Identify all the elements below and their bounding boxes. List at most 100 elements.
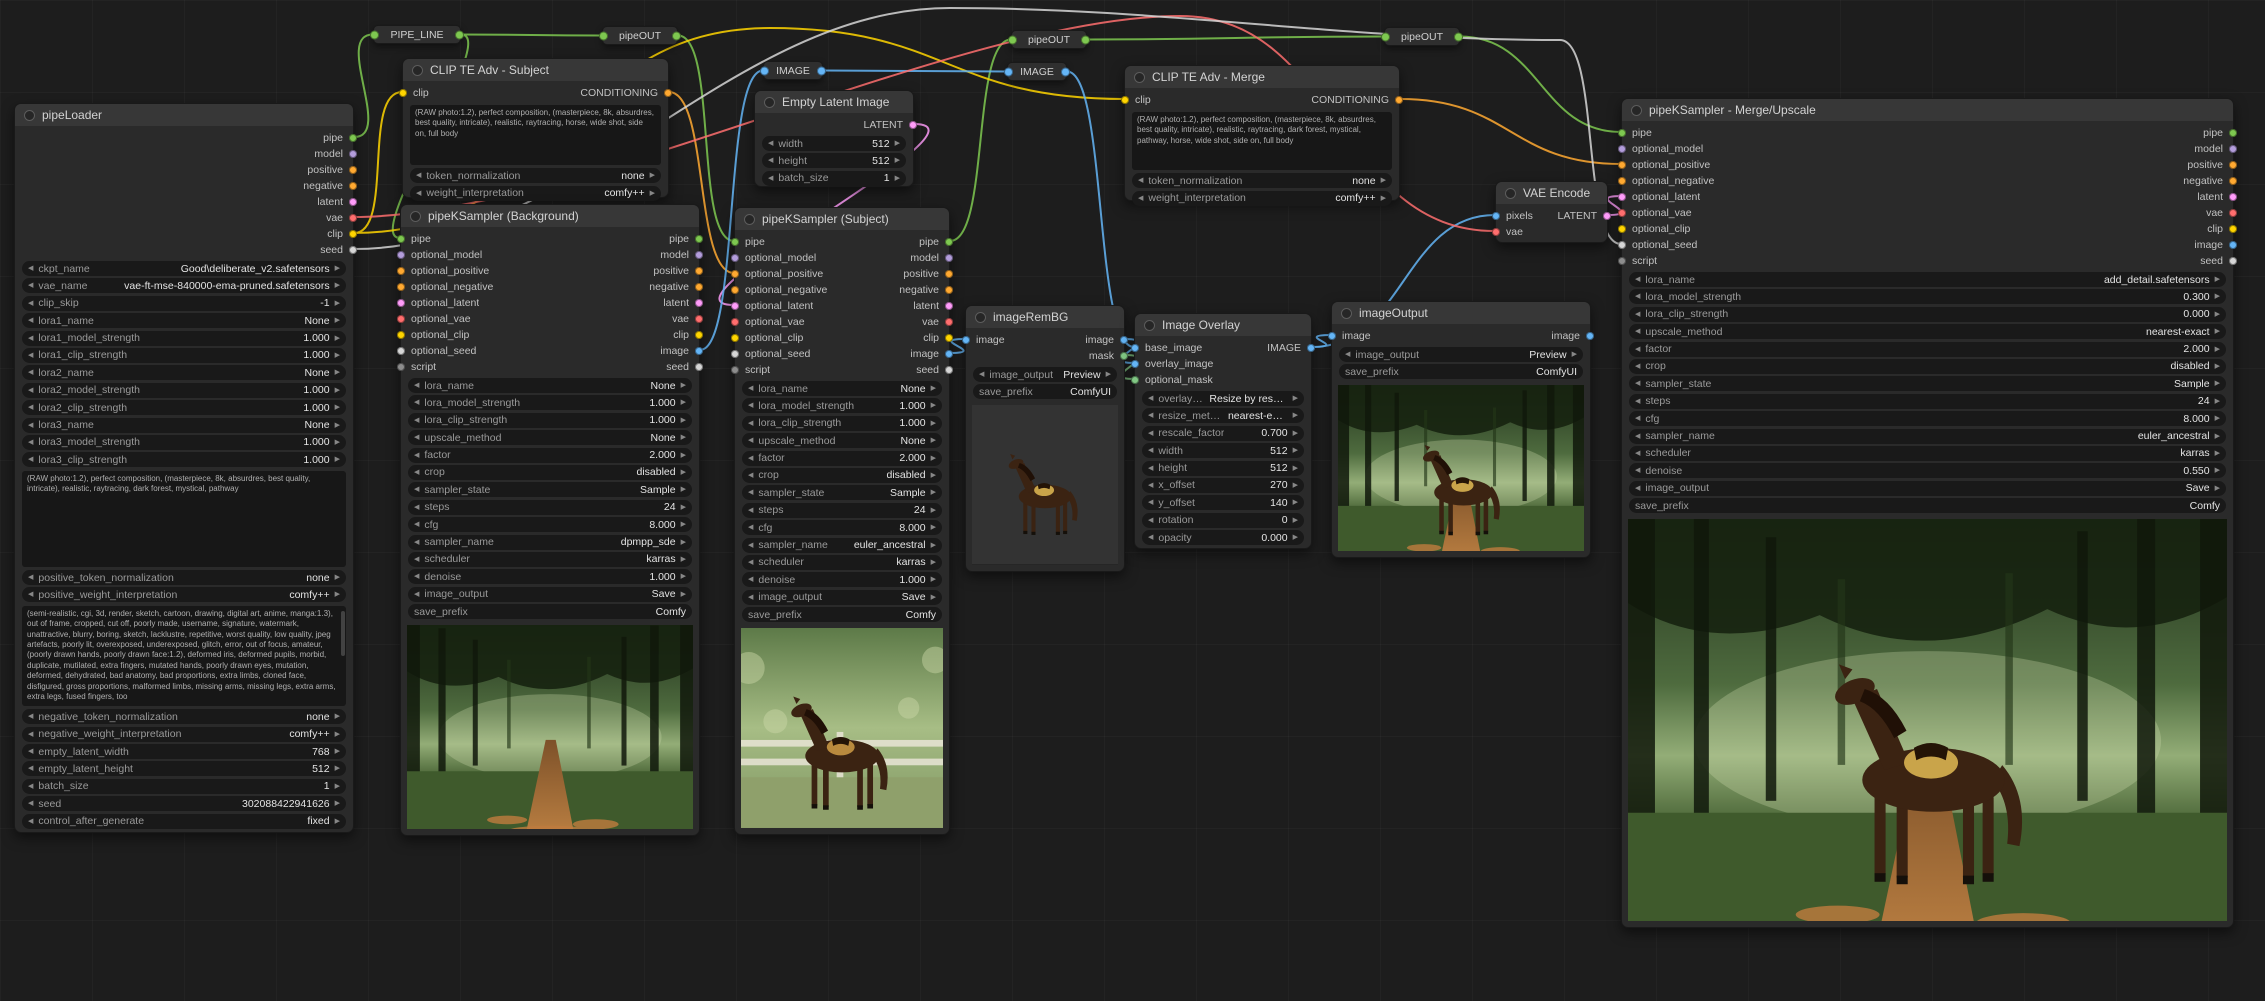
- optional_positive-input-port[interactable]: [1618, 161, 1626, 169]
- optional_seed-input-port[interactable]: [731, 350, 739, 358]
- increment-arrow-icon[interactable]: ▶: [681, 486, 686, 493]
- increment-arrow-icon[interactable]: ▶: [335, 369, 340, 376]
- decrement-arrow-icon[interactable]: ◀: [414, 382, 419, 389]
- widget-save_prefix[interactable]: save_prefixComfy: [1629, 498, 2226, 513]
- widget-factor[interactable]: ◀factor2.000▶: [742, 451, 942, 466]
- preview-image-horse-forest[interactable]: [1338, 385, 1584, 551]
- increment-arrow-icon[interactable]: ▶: [931, 437, 936, 444]
- node-title-bar[interactable]: Empty Latent Image: [755, 91, 913, 113]
- increment-arrow-icon[interactable]: ▶: [1293, 395, 1298, 402]
- widget-height[interactable]: ◀height512▶: [1142, 461, 1304, 476]
- decrement-arrow-icon[interactable]: ◀: [748, 402, 753, 409]
- pipe-output-port[interactable]: [695, 235, 703, 243]
- positive-output-port[interactable]: [349, 166, 357, 174]
- widget-ckpt_name[interactable]: ◀ckpt_nameGood\deliberate_v2.safetensors…: [22, 261, 346, 276]
- collapse-dot[interactable]: [412, 65, 423, 76]
- widget-lora2_name[interactable]: ◀lora2_nameNone▶: [22, 365, 346, 380]
- decrement-arrow-icon[interactable]: ◀: [1148, 447, 1153, 454]
- optional_seed-input-port[interactable]: [1618, 241, 1626, 249]
- node-clipMerge[interactable]: CLIP TE Adv - MergeclipCONDITIONING(RAW …: [1124, 65, 1400, 201]
- widget-weight_interpretation[interactable]: ◀weight_interpretationcomfy++▶: [410, 186, 661, 201]
- image-input-port[interactable]: [1328, 332, 1336, 340]
- decrement-arrow-icon[interactable]: ◀: [748, 507, 753, 514]
- reroute-node-pipeout[interactable]: pipeOUT: [1011, 30, 1087, 49]
- image-output-port[interactable]: [945, 350, 953, 358]
- widget-clip_skip[interactable]: ◀clip_skip-1▶: [22, 296, 346, 311]
- increment-arrow-icon[interactable]: ▶: [931, 489, 936, 496]
- widget-cfg[interactable]: ◀cfg8.000▶: [408, 517, 692, 532]
- increment-arrow-icon[interactable]: ▶: [895, 175, 900, 182]
- reroute-node-image[interactable]: IMAGE: [763, 61, 823, 80]
- prompt-textarea[interactable]: (RAW photo:1.2), perfect composition, (m…: [1132, 112, 1392, 170]
- collapse-dot[interactable]: [744, 214, 755, 225]
- node-pipeLoader[interactable]: pipeLoaderpipemodelpositivenegativelaten…: [14, 103, 354, 833]
- optional_clip-input-port[interactable]: [731, 334, 739, 342]
- node-title-bar[interactable]: pipeKSampler (Background): [401, 205, 699, 227]
- increment-arrow-icon[interactable]: ▶: [931, 472, 936, 479]
- widget-denoise[interactable]: ◀denoise1.000▶: [408, 569, 692, 584]
- decrement-arrow-icon[interactable]: ◀: [748, 385, 753, 392]
- decrement-arrow-icon[interactable]: ◀: [28, 317, 33, 324]
- increment-arrow-icon[interactable]: ▶: [335, 574, 340, 581]
- decrement-arrow-icon[interactable]: ◀: [1138, 177, 1143, 184]
- widget-scheduler[interactable]: ◀schedulerkarras▶: [408, 552, 692, 567]
- widget-lora_clip_strength[interactable]: ◀lora_clip_strength1.000▶: [742, 416, 942, 431]
- negative-output-port[interactable]: [945, 286, 953, 294]
- pipe-input-port[interactable]: [1381, 32, 1390, 41]
- widget-lora_name[interactable]: ◀lora_nameNone▶: [408, 378, 692, 393]
- widget-negative_token_normalization[interactable]: ◀negative_token_normalizationnone▶: [22, 709, 346, 724]
- increment-arrow-icon[interactable]: ▶: [681, 573, 686, 580]
- widget-sampler_state[interactable]: ◀sampler_stateSample▶: [1629, 376, 2226, 391]
- CONDITIONING-output-port[interactable]: [1395, 96, 1403, 104]
- decrement-arrow-icon[interactable]: ◀: [414, 399, 419, 406]
- increment-arrow-icon[interactable]: ▶: [335, 456, 340, 463]
- optional_mask-input-port[interactable]: [1131, 376, 1139, 384]
- increment-arrow-icon[interactable]: ▶: [895, 157, 900, 164]
- widget-rotation[interactable]: ◀rotation0▶: [1142, 513, 1304, 528]
- widget-sampler_name[interactable]: ◀sampler_namedpmpp_sde▶: [408, 535, 692, 550]
- vae-input-port[interactable]: [1492, 228, 1500, 236]
- decrement-arrow-icon[interactable]: ◀: [28, 300, 33, 307]
- increment-arrow-icon[interactable]: ▶: [2215, 380, 2220, 387]
- increment-arrow-icon[interactable]: ▶: [681, 556, 686, 563]
- reroute-node-pipeout[interactable]: pipeOUT: [602, 26, 678, 45]
- widget-crop[interactable]: ◀cropdisabled▶: [1629, 359, 2226, 374]
- increment-arrow-icon[interactable]: ▶: [2215, 467, 2220, 474]
- decrement-arrow-icon[interactable]: ◀: [1148, 499, 1153, 506]
- widget-denoise[interactable]: ◀denoise1.000▶: [742, 572, 942, 587]
- decrement-arrow-icon[interactable]: ◀: [1635, 276, 1640, 283]
- widget-opacity[interactable]: ◀opacity0.000▶: [1142, 530, 1304, 545]
- widget-lora2_clip_strength[interactable]: ◀lora2_clip_strength1.000▶: [22, 400, 346, 415]
- widget-image_output[interactable]: ◀image_outputPreview▶: [1339, 347, 1583, 362]
- pipe-input-port[interactable]: [731, 238, 739, 246]
- decrement-arrow-icon[interactable]: ◀: [28, 765, 33, 772]
- increment-arrow-icon[interactable]: ▶: [335, 591, 340, 598]
- increment-arrow-icon[interactable]: ▶: [1293, 499, 1298, 506]
- pixels-input-port[interactable]: [1492, 212, 1500, 220]
- node-title-bar[interactable]: Image Overlay: [1135, 314, 1311, 336]
- pipe-input-port[interactable]: [397, 235, 405, 243]
- collapse-dot[interactable]: [24, 110, 35, 121]
- widget-crop[interactable]: ◀cropdisabled▶: [408, 465, 692, 480]
- node-title-bar[interactable]: CLIP TE Adv - Merge: [1125, 66, 1399, 88]
- decrement-arrow-icon[interactable]: ◀: [28, 456, 33, 463]
- decrement-arrow-icon[interactable]: ◀: [748, 524, 753, 531]
- model-output-port[interactable]: [945, 254, 953, 262]
- preview-image-horse-paddock[interactable]: [741, 628, 943, 828]
- decrement-arrow-icon[interactable]: ◀: [414, 539, 419, 546]
- optional_latent-input-port[interactable]: [397, 299, 405, 307]
- widget-sampler_state[interactable]: ◀sampler_stateSample▶: [742, 485, 942, 500]
- widget-lora3_clip_strength[interactable]: ◀lora3_clip_strength1.000▶: [22, 452, 346, 467]
- increment-arrow-icon[interactable]: ▶: [2215, 328, 2220, 335]
- clip-output-port[interactable]: [349, 230, 357, 238]
- decrement-arrow-icon[interactable]: ◀: [1148, 412, 1153, 419]
- increment-arrow-icon[interactable]: ▶: [335, 783, 340, 790]
- increment-arrow-icon[interactable]: ▶: [2215, 363, 2220, 370]
- decrement-arrow-icon[interactable]: ◀: [416, 190, 421, 197]
- widget-lora1_model_strength[interactable]: ◀lora1_model_strength1.000▶: [22, 331, 346, 346]
- decrement-arrow-icon[interactable]: ◀: [748, 472, 753, 479]
- increment-arrow-icon[interactable]: ▶: [1293, 517, 1298, 524]
- pipe-input-port[interactable]: [370, 30, 379, 39]
- decrement-arrow-icon[interactable]: ◀: [1635, 415, 1640, 422]
- latent-output-port[interactable]: [2229, 193, 2237, 201]
